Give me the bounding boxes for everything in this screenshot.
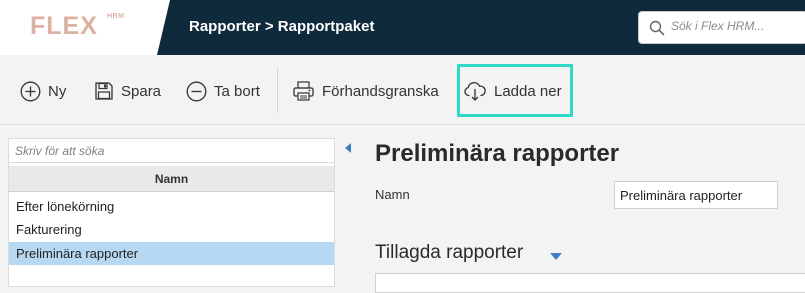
chevron-down-icon[interactable] — [550, 253, 562, 260]
delete-button-label: Ta bort — [214, 82, 260, 100]
section-title-added-reports: Tillagda rapporter — [375, 242, 524, 263]
top-header: FLEX HRM Rapporter > Rapportpaket — [0, 0, 805, 55]
toolbar-divider — [277, 67, 278, 113]
breadcrumb: Rapporter > Rapportpaket — [189, 18, 375, 35]
new-button[interactable]: Ny — [20, 76, 66, 106]
minus-circle-icon — [186, 81, 207, 101]
list-item-selected[interactable]: Preliminära rapporter — [9, 242, 334, 265]
page-title: Preliminära rapporter — [375, 140, 620, 167]
search-input[interactable] — [671, 19, 801, 33]
global-search[interactable] — [638, 11, 805, 44]
logo[interactable]: FLEX — [30, 12, 98, 41]
column-header-name[interactable]: Namn — [9, 166, 334, 192]
new-button-label: Ny — [48, 82, 67, 100]
search-icon — [649, 20, 665, 36]
list-item[interactable]: Efter lönekörning — [9, 195, 334, 218]
added-reports-container — [375, 273, 805, 293]
printer-icon — [293, 81, 314, 101]
preview-button[interactable]: Förhandsgranska — [292, 76, 439, 106]
name-field[interactable] — [614, 181, 778, 209]
save-button-label: Spara — [121, 82, 162, 100]
save-button[interactable]: Spara — [94, 76, 161, 106]
plus-circle-icon — [20, 81, 41, 101]
logo-superscript: HRM — [107, 13, 125, 20]
download-button-highlight — [457, 64, 573, 117]
collapse-panel-arrow-icon[interactable] — [345, 143, 351, 153]
delete-button[interactable]: Ta bort — [186, 76, 260, 106]
report-package-list-panel: Namn Efter lönekörning Fakturering Preli… — [8, 138, 335, 287]
list-filter-input[interactable] — [9, 139, 334, 163]
toolbar: Ny Spara Ta bort Förhandsgranska Ladda n… — [0, 55, 805, 125]
preview-button-label: Förhandsgranska — [322, 82, 439, 100]
floppy-disk-icon — [95, 82, 113, 100]
logo-area[interactable]: FLEX HRM — [0, 0, 170, 55]
list-item[interactable]: Fakturering — [9, 218, 334, 241]
name-field-label: Namn — [375, 187, 410, 202]
